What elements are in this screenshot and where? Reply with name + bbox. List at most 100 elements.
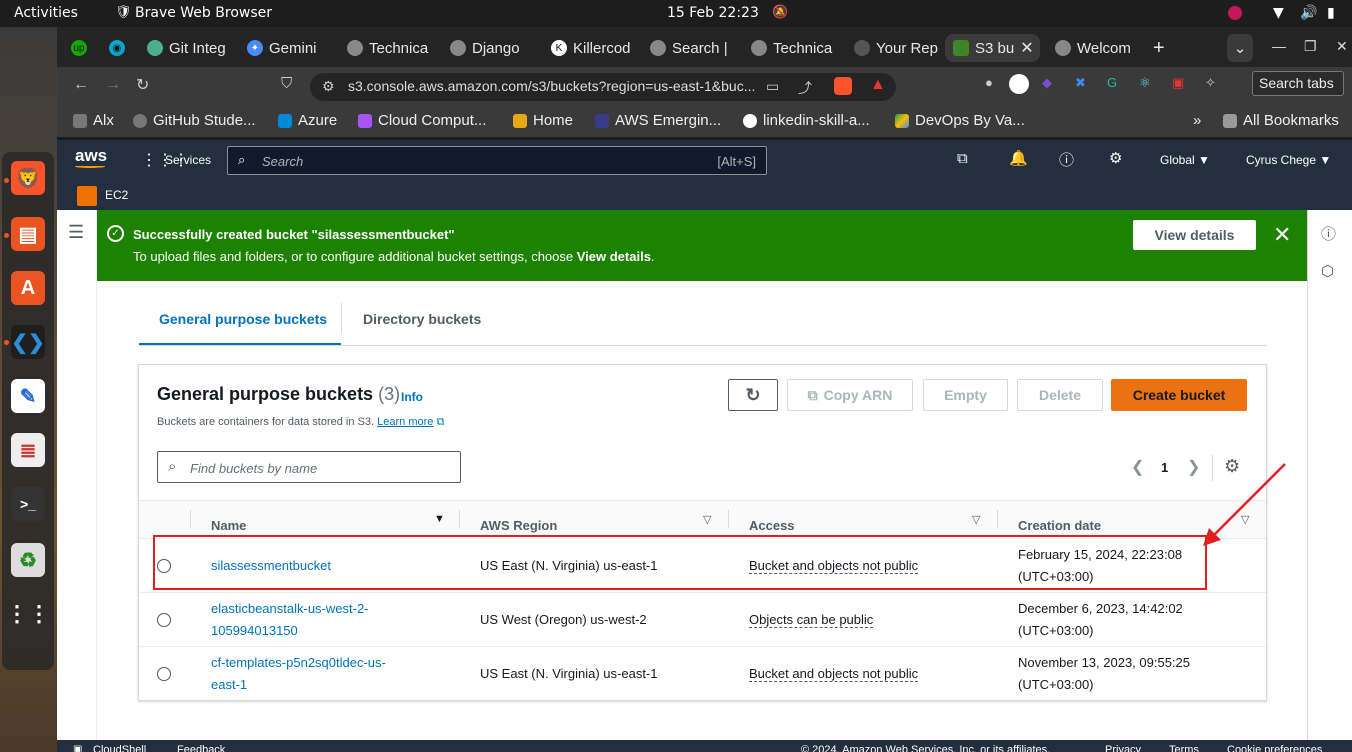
aws-logo[interactable]: aws <box>75 146 107 166</box>
copy-arn-button[interactable]: ⧉ Copy ARN <box>787 379 913 411</box>
tab-upwork[interactable]: up <box>71 34 87 62</box>
ec2-shortcut[interactable]: EC2 <box>105 188 128 202</box>
info-panel-icon[interactable]: ⓘ <box>1321 223 1336 244</box>
site-settings-icon[interactable]: ⚙ <box>322 78 335 95</box>
column-name[interactable]: Name <box>211 518 246 533</box>
minimize-icon[interactable]: — <box>1272 38 1286 54</box>
trash-icon[interactable]: ♻ <box>11 543 45 577</box>
tab-your-repo[interactable]: Your Rep <box>854 34 938 62</box>
tab-git-integ[interactable]: Git Integ <box>147 34 229 62</box>
extension-icon[interactable]: ◆ <box>1042 75 1052 91</box>
create-bucket-button[interactable]: Create bucket <box>1111 379 1247 411</box>
app-center-icon[interactable]: A <box>11 271 45 305</box>
new-tab-button[interactable]: + <box>1153 34 1165 62</box>
tab-technica-2[interactable]: Technica <box>751 34 833 62</box>
maximize-icon[interactable]: ❐ <box>1304 38 1317 55</box>
region-selector[interactable]: Global ▼ <box>1160 153 1210 167</box>
address-bar[interactable]: ⚙ s3.console.aws.amazon.com/s3/buckets?r… <box>310 73 896 101</box>
reload-icon[interactable]: ↻ <box>136 75 149 95</box>
column-creation-date[interactable]: Creation date <box>1018 518 1101 533</box>
page-number[interactable]: 1 <box>1161 460 1168 475</box>
bucket-name-link-cont[interactable]: east-1 <box>211 674 247 696</box>
volume-icon[interactable]: 🔊 <box>1300 5 1317 21</box>
tab-welcome[interactable]: Welcom <box>1055 34 1135 62</box>
extension-icon[interactable] <box>1009 74 1029 94</box>
extension-icon[interactable]: ▣ <box>1172 75 1184 91</box>
cookie-preferences-link[interactable]: Cookie preferences <box>1227 744 1322 752</box>
bookmark-cloud[interactable]: Cloud Comput... <box>358 112 486 129</box>
dismiss-flash-icon[interactable]: ✕ <box>1273 222 1291 248</box>
bookmark-azure[interactable]: Azure <box>278 112 337 129</box>
tab-directory-buckets[interactable]: Directory buckets <box>363 311 481 327</box>
column-access[interactable]: Access <box>749 518 795 533</box>
app-name[interactable]: Brave Web Browser <box>135 5 272 21</box>
bookmark-home[interactable]: Home <box>513 112 573 129</box>
terminal-icon[interactable]: >_ <box>11 487 45 521</box>
extension-icon[interactable]: ● <box>985 75 993 90</box>
all-bookmarks[interactable]: All Bookmarks <box>1223 112 1339 129</box>
previous-page-icon[interactable]: ❮ <box>1131 457 1144 477</box>
bookmark-aws[interactable]: AWS Emergin... <box>595 112 721 129</box>
close-tab-icon[interactable]: ✕ <box>1020 38 1033 58</box>
clock[interactable]: 15 Feb 22:23 <box>667 5 759 21</box>
empty-button[interactable]: Empty <box>923 379 1008 411</box>
aws-search-input[interactable]: ⌕ Search [Alt+S] <box>227 146 767 175</box>
extension-icon[interactable]: ✖ <box>1075 75 1086 91</box>
forward-icon[interactable]: → <box>105 76 121 94</box>
terms-link[interactable]: Terms <box>1169 744 1199 752</box>
brave-browser-icon[interactable]: 🦁 <box>11 161 45 195</box>
wifi-icon[interactable]: ▼ <box>1273 5 1284 21</box>
sort-icon[interactable]: ▽ <box>703 513 711 526</box>
hamburger-menu-icon[interactable]: ☰ <box>68 222 84 243</box>
sort-icon[interactable]: ▽ <box>972 513 980 526</box>
files-icon[interactable]: ▤ <box>11 217 45 251</box>
extensions-puzzle-icon[interactable]: ✧ <box>1205 75 1216 91</box>
cloudshell-icon[interactable]: ⧉ <box>957 150 968 167</box>
brave-rewards-icon[interactable]: ▲ <box>870 76 886 94</box>
hexagon-icon[interactable]: ⬡ <box>1321 262 1334 280</box>
access-label[interactable]: Objects can be public <box>749 612 874 628</box>
tab-s3-buckets[interactable]: S3 bu ✕ <box>945 34 1040 62</box>
close-window-icon[interactable]: ✕ <box>1336 38 1348 55</box>
document-viewer-icon[interactable]: ≣ <box>11 433 45 467</box>
settings-icon[interactable]: ⚙ <box>1109 149 1122 167</box>
battery-icon[interactable]: ▮ <box>1327 5 1335 21</box>
find-buckets-input[interactable]: ⌕ Find buckets by name <box>157 451 461 483</box>
tab-gemini[interactable]: ✦ Gemini <box>247 34 327 62</box>
bookmark-devops[interactable]: DevOps By Va... <box>895 112 1025 129</box>
delete-button[interactable]: Delete <box>1017 379 1103 411</box>
show-apps-icon[interactable]: ⋮⋮ <box>6 597 50 631</box>
tab-killercoda[interactable]: K Killercod <box>551 34 631 62</box>
bookmark-github[interactable]: GitHub Stude... <box>133 112 256 129</box>
tab-django[interactable]: Django <box>450 34 532 62</box>
bookmark-icon[interactable]: ⛉ <box>281 75 292 92</box>
access-label[interactable]: Bucket and objects not public <box>749 666 919 682</box>
back-icon[interactable]: ← <box>73 76 89 94</box>
view-details-button[interactable]: View details <box>1133 220 1256 250</box>
brave-shields-icon[interactable] <box>834 77 852 95</box>
privacy-link[interactable]: Privacy <box>1105 744 1141 752</box>
bucket-name-link[interactable]: elasticbeanstalk-us-west-2- <box>211 598 369 620</box>
vscode-icon[interactable]: ❮❯ <box>11 325 45 359</box>
text-editor-icon[interactable]: ✎ <box>11 379 45 413</box>
notifications-icon[interactable]: 🔔 <box>1009 149 1028 167</box>
more-bookmarks-button[interactable]: » <box>1193 112 1201 129</box>
row-select-radio[interactable] <box>157 667 171 681</box>
tab-search-button[interactable]: ⌄ <box>1227 34 1253 62</box>
tab-general-purpose-buckets[interactable]: General purpose buckets <box>159 311 327 327</box>
info-link[interactable]: Info <box>401 390 423 404</box>
tab-search[interactable]: Search | <box>650 34 732 62</box>
learn-more-link[interactable]: Learn more <box>377 416 433 428</box>
tab-eye[interactable]: ◉ <box>109 34 125 62</box>
account-menu[interactable]: Cyrus Chege ▼ <box>1246 153 1331 167</box>
share-icon[interactable]: ⤴ <box>798 78 812 98</box>
sort-desc-icon[interactable]: ▼ <box>434 513 445 525</box>
bucket-name-link[interactable]: cf-templates-p5n2sq0tldec-us- <box>211 652 386 674</box>
bookmark-alx[interactable]: Alx <box>73 112 114 129</box>
tab-technica-1[interactable]: Technica <box>347 34 431 62</box>
services-menu[interactable]: Services <box>165 153 211 167</box>
help-icon[interactable]: ⓘ <box>1059 149 1074 170</box>
row-select-radio[interactable] <box>157 613 171 627</box>
refresh-button[interactable]: ↻ <box>728 379 778 411</box>
indicator-icon[interactable] <box>1228 6 1242 20</box>
